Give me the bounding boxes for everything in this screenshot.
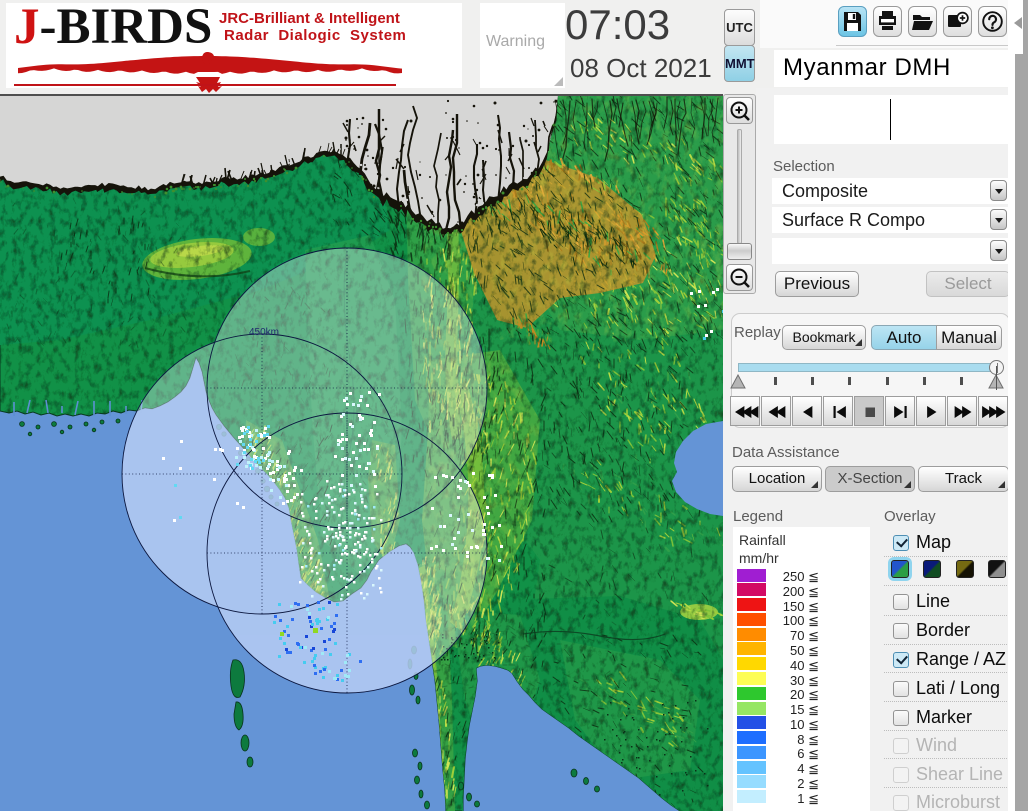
svg-text:450km: 450km xyxy=(249,327,279,338)
